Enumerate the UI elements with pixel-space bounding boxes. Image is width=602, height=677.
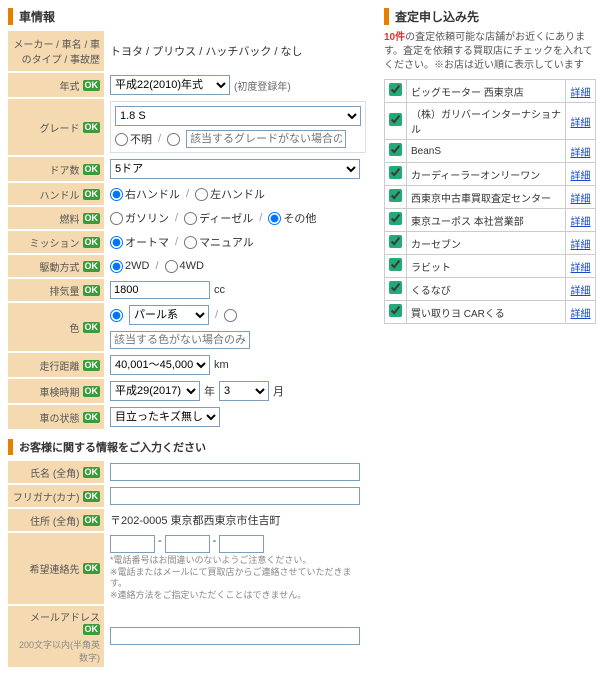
label-color: 色OK	[8, 303, 104, 351]
drive-4wd[interactable]: 4WD	[165, 260, 204, 273]
shop-checkbox[interactable]	[389, 166, 402, 179]
value-maker: トヨタ / プリウス / ハッチバック / なし	[104, 41, 372, 61]
label-mission: ミッションOK	[8, 231, 104, 253]
shop-detail-link[interactable]: 詳細	[571, 240, 591, 251]
shop-detail-link[interactable]: 詳細	[571, 194, 591, 205]
shop-detail-link[interactable]: 詳細	[571, 309, 591, 320]
shop-detail-link[interactable]: 詳細	[571, 88, 591, 99]
shop-name: ラビット	[407, 255, 566, 278]
shop-detail-link[interactable]: 詳細	[571, 148, 591, 159]
grade-box: 1.8 S 不明 /	[110, 101, 366, 153]
shop-checkbox[interactable]	[389, 113, 402, 126]
right-desc: 10件の査定依頼可能な店舗がお近くにあります。査定を依頼する買取店にチェックを入…	[384, 31, 596, 73]
shop-checkbox[interactable]	[389, 235, 402, 248]
label-shaken: 車検時期OK	[8, 379, 104, 403]
year-select[interactable]: 平成22(2010)年式	[110, 75, 230, 95]
fuel-gas[interactable]: ガソリン	[110, 210, 169, 226]
right-title: 査定申し込み先	[384, 8, 596, 25]
handle-right[interactable]: 右ハンドル	[110, 186, 180, 202]
shop-name: 買い取りヨ CARくる	[407, 301, 566, 324]
shop-name: 東京ユーポス 本社営業部	[407, 209, 566, 232]
label-kana: フリガナ(カナ)OK	[8, 485, 104, 507]
grade-input-radio[interactable]	[167, 133, 180, 146]
grade-unknown-radio[interactable]: 不明	[115, 131, 152, 147]
disp-input[interactable]	[110, 281, 210, 299]
condition-select[interactable]: 目立ったキズ無し	[110, 407, 220, 427]
label-fuel: 燃料OK	[8, 207, 104, 229]
shop-detail-link[interactable]: 詳細	[571, 286, 591, 297]
shop-name: カーセブン	[407, 232, 566, 255]
mission-at[interactable]: オートマ	[110, 234, 169, 250]
shop-checkbox[interactable]	[389, 143, 402, 156]
color-select[interactable]: パール系	[129, 305, 209, 325]
label-name: 氏名 (全角)OK	[8, 461, 104, 483]
label-handle: ハンドルOK	[8, 183, 104, 205]
shop-checkbox[interactable]	[389, 281, 402, 294]
label-disp: 排気量OK	[8, 279, 104, 301]
kana-input[interactable]	[110, 487, 360, 505]
shop-name: （株）ガリバーインターナショナル	[407, 103, 566, 140]
shop-checkbox[interactable]	[389, 189, 402, 202]
mileage-select[interactable]: 40,001～45,000	[110, 355, 210, 375]
tel-2[interactable]	[165, 535, 210, 553]
handle-left[interactable]: 左ハンドル	[195, 186, 265, 202]
name-input[interactable]	[110, 463, 360, 481]
year-note: (初度登録年)	[234, 78, 291, 93]
shop-detail-link[interactable]: 詳細	[571, 171, 591, 182]
shop-checkbox[interactable]	[389, 258, 402, 271]
shop-detail-link[interactable]: 詳細	[571, 217, 591, 228]
addr-value: 〒202-0005 東京都西東京市住吉町	[104, 510, 372, 530]
shaken-month[interactable]: 3	[219, 381, 269, 401]
fuel-other[interactable]: その他	[268, 210, 316, 226]
shop-name: BeanS	[407, 140, 566, 163]
drive-2wd[interactable]: 2WD	[110, 260, 149, 273]
shop-name: カーディーラーオンリーワン	[407, 163, 566, 186]
shop-name: 西東京中古車買取査定センター	[407, 186, 566, 209]
fuel-diesel[interactable]: ディーゼル	[184, 210, 253, 226]
label-condition: 車の状態OK	[8, 405, 104, 429]
grade-select[interactable]: 1.8 S	[115, 106, 361, 126]
label-mileage: 走行距離OK	[8, 353, 104, 377]
label-addr: 住所 (全角)OK	[8, 509, 104, 531]
label-doors: ドア数OK	[8, 157, 104, 181]
tel-note: *電話番号はお間違いのないようご注意ください。 ※電話またはメールにて買取店から…	[110, 555, 366, 602]
color-freetext[interactable]	[110, 331, 250, 349]
label-drive: 駆動方式OK	[8, 255, 104, 277]
mission-mt[interactable]: マニュアル	[184, 234, 254, 250]
label-grade: グレードOK	[8, 99, 104, 155]
shop-table: ビッグモーター 西東京店詳細（株）ガリバーインターナショナル詳細BeanS詳細カ…	[384, 79, 596, 324]
shop-detail-link[interactable]: 詳細	[571, 118, 591, 129]
shop-name: ビッグモーター 西東京店	[407, 80, 566, 103]
color-select-radio[interactable]	[110, 309, 123, 322]
mail-input[interactable]	[110, 627, 360, 645]
label-tel: 希望連絡先OK	[8, 533, 104, 604]
shop-checkbox[interactable]	[389, 304, 402, 317]
grade-freetext[interactable]	[186, 130, 346, 148]
section-title-car: 車情報	[8, 8, 372, 25]
tel-1[interactable]	[110, 535, 155, 553]
color-input-radio[interactable]	[224, 309, 237, 322]
shop-checkbox[interactable]	[389, 83, 402, 96]
shop-name: くるなび	[407, 278, 566, 301]
customer-section-title: お客様に関する情報をご入力ください	[8, 439, 372, 455]
label-mail: メールアドレス OK200文字以内(半角英数字)	[8, 606, 104, 667]
label-year: 年式OK	[8, 73, 104, 97]
shaken-year[interactable]: 平成29(2017)	[110, 381, 200, 401]
label-maker: メーカー / 車名 / 車のタイプ / 事故歴	[8, 31, 104, 71]
tel-3[interactable]	[219, 535, 264, 553]
shop-detail-link[interactable]: 詳細	[571, 263, 591, 274]
doors-select[interactable]: 5ドア	[110, 159, 360, 179]
shop-checkbox[interactable]	[389, 212, 402, 225]
